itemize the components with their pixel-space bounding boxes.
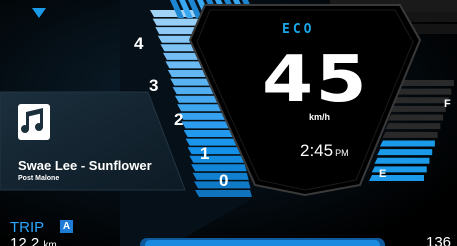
clock: 2:45 PM — [300, 141, 349, 161]
fuel-empty-label: E — [379, 168, 387, 180]
drive-mode-label: ECO — [282, 22, 315, 37]
fuel-full-label: F — [444, 98, 451, 110]
odometer-value: 136 — [426, 234, 452, 246]
trip-label: TRIP — [10, 219, 45, 236]
speed-tick-1: 1 — [200, 144, 210, 163]
fuel-segment — [374, 157, 430, 164]
dashboard-graphics — [0, 0, 457, 246]
song-artist: Post Malone — [18, 175, 60, 182]
speed-tick-2: 2 — [174, 110, 184, 129]
speed-arc-segment — [185, 138, 240, 146]
speed-arc-segment — [187, 147, 243, 155]
fuel-segment — [382, 131, 438, 138]
speed-arc-segment — [189, 155, 245, 163]
fuel-segment — [388, 114, 444, 121]
music-note-icon — [18, 104, 50, 140]
clock-ampm: PM — [335, 148, 349, 158]
bottom-bar — [140, 238, 385, 246]
speed-tick-3: 3 — [149, 76, 159, 95]
speed-arc-segment — [152, 18, 201, 26]
song-title: Swae Lee - Sunflower — [18, 158, 152, 173]
speed-arc-segment — [183, 130, 238, 137]
trip-distance: 12.2 — [10, 235, 40, 246]
fuel-segment — [396, 88, 452, 95]
speed-arc-segment — [195, 190, 252, 197]
trip-value: 12.2 km — [10, 235, 57, 246]
clock-time: 2:45 — [300, 141, 334, 160]
fuel-segment — [369, 175, 424, 181]
fuel-segment — [393, 97, 449, 104]
fuel-segment — [399, 80, 454, 86]
fuel-segment — [379, 140, 435, 147]
speed-value: 45 — [262, 43, 370, 117]
trip-unit: km — [43, 240, 57, 246]
dashboard-screen: 4 3 2 1 0 ECO 45 km/h 2:45 PM Swae Lee - … — [0, 0, 457, 246]
fuel-segment — [390, 105, 446, 112]
fuel-segment — [385, 123, 441, 130]
trip-badge[interactable]: A — [60, 220, 73, 233]
speed-tick-4: 4 — [134, 34, 144, 53]
speed-unit: km/h — [309, 112, 331, 122]
speed-tick-0: 0 — [219, 171, 229, 190]
fuel-segment — [377, 149, 433, 156]
